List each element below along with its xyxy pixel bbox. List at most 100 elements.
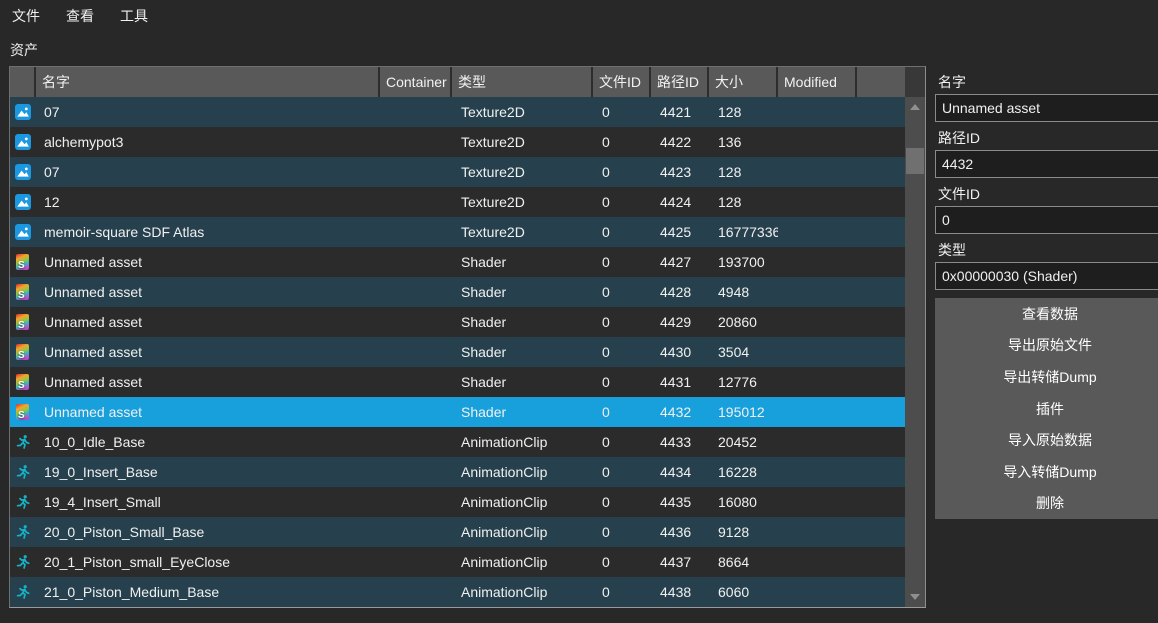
cell-pathid: 4430 xyxy=(651,337,709,367)
cell-size: 195012 xyxy=(709,397,778,427)
header-size-column[interactable]: 大小 xyxy=(709,67,778,97)
scrollbar-thumb[interactable] xyxy=(906,148,924,174)
cell-name: Unnamed asset xyxy=(36,367,380,397)
pathid-field[interactable] xyxy=(935,150,1158,178)
header-modified-column[interactable]: Modified xyxy=(778,67,857,97)
header-extra-column[interactable] xyxy=(857,67,905,97)
cell-fileid: 0 xyxy=(593,487,651,517)
table-row[interactable]: 07 Texture2D 0 4421 128 xyxy=(10,97,905,127)
cell-size: 3504 xyxy=(709,337,778,367)
texture2d-icon xyxy=(15,164,31,180)
table-row[interactable]: 19_4_Insert_Small AnimationClip 0 4435 1… xyxy=(10,487,905,517)
cell-name: 21_0_Piston_Medium_Base xyxy=(36,577,380,607)
cell-size: 128 xyxy=(709,187,778,217)
cell-name: 19_0_Insert_Base xyxy=(36,457,380,487)
table-row[interactable]: Unnamed asset Shader 0 4429 20860 xyxy=(10,307,905,337)
cell-type: Shader xyxy=(452,367,593,397)
table-row[interactable]: 21_0_Piston_Medium_Base AnimationClip 0 … xyxy=(10,577,905,607)
cell-extra xyxy=(857,277,905,307)
cell-type: Texture2D xyxy=(452,157,593,187)
cell-name: Unnamed asset xyxy=(36,397,380,427)
delete-button[interactable]: 删除 xyxy=(935,487,1158,519)
header-type-column[interactable]: 类型 xyxy=(452,67,593,97)
texture2d-icon xyxy=(15,194,31,210)
cell-size: 136 xyxy=(709,127,778,157)
import-dump-button[interactable]: 导入转储Dump xyxy=(935,456,1158,488)
cell-fileid: 0 xyxy=(593,307,651,337)
cell-size: 128 xyxy=(709,97,778,127)
cell-pathid: 4421 xyxy=(651,97,709,127)
scroll-up-button[interactable] xyxy=(905,97,925,117)
cell-name: 19_4_Insert_Small xyxy=(36,487,380,517)
cell-pathid: 4437 xyxy=(651,547,709,577)
asset-table: 名字 Container 类型 文件ID 路径ID 大小 Modified 07… xyxy=(9,66,926,608)
cell-type: Shader xyxy=(452,247,593,277)
cell-size: 12776 xyxy=(709,367,778,397)
cell-name: 20_0_Piston_Small_Base xyxy=(36,517,380,547)
header-name-column[interactable]: 名字 xyxy=(36,67,380,97)
cell-modified xyxy=(778,217,857,247)
cell-modified xyxy=(778,517,857,547)
table-row[interactable]: 12 Texture2D 0 4424 128 xyxy=(10,187,905,217)
cell-type: Shader xyxy=(452,307,593,337)
cell-type: Shader xyxy=(452,337,593,367)
import-raw-button[interactable]: 导入原始数据 xyxy=(935,424,1158,456)
action-button-panel: 查看数据 导出原始文件 导出转储Dump 插件 导入原始数据 导入转储Dump … xyxy=(935,298,1158,519)
cell-size: 16777336 xyxy=(709,217,778,247)
type-field[interactable] xyxy=(935,262,1158,290)
animationclip-icon xyxy=(15,584,31,600)
cell-size: 20452 xyxy=(709,427,778,457)
cell-container xyxy=(380,337,452,367)
menu-item-file[interactable]: 文件 xyxy=(10,5,42,27)
scrollbar-track[interactable] xyxy=(905,117,925,587)
animationclip-icon xyxy=(15,464,31,480)
table-row[interactable]: 20_1_Piston_small_EyeClose AnimationClip… xyxy=(10,547,905,577)
menu-item-view[interactable]: 查看 xyxy=(64,5,96,27)
cell-fileid: 0 xyxy=(593,547,651,577)
fileid-field-label: 文件ID xyxy=(938,184,1158,201)
table-row[interactable]: 19_0_Insert_Base AnimationClip 0 4434 16… xyxy=(10,457,905,487)
header-fileid-column[interactable]: 文件ID xyxy=(593,67,651,97)
table-row[interactable]: memoir-square SDF Atlas Texture2D 0 4425… xyxy=(10,217,905,247)
cell-container xyxy=(380,517,452,547)
cell-type: Shader xyxy=(452,277,593,307)
table-row[interactable]: 20_0_Piston_Small_Base AnimationClip 0 4… xyxy=(10,517,905,547)
shader-icon xyxy=(16,314,29,330)
export-raw-button[interactable]: 导出原始文件 xyxy=(935,330,1158,362)
cell-extra xyxy=(857,517,905,547)
vertical-scrollbar[interactable] xyxy=(905,97,925,607)
cell-modified xyxy=(778,577,857,607)
assets-section-label: 资产 xyxy=(10,40,38,60)
cell-fileid: 0 xyxy=(593,187,651,217)
export-dump-button[interactable]: 导出转储Dump xyxy=(935,361,1158,393)
cell-type: Texture2D xyxy=(452,97,593,127)
cell-modified xyxy=(778,307,857,337)
table-row[interactable]: Unnamed asset Shader 0 4430 3504 xyxy=(10,337,905,367)
cell-size: 16080 xyxy=(709,487,778,517)
header-icon-column[interactable] xyxy=(10,67,36,97)
header-pathid-column[interactable]: 路径ID xyxy=(651,67,709,97)
table-row[interactable]: 10_0_Idle_Base AnimationClip 0 4433 2045… xyxy=(10,427,905,457)
menu-item-tools[interactable]: 工具 xyxy=(118,5,150,27)
cell-fileid: 0 xyxy=(593,247,651,277)
cell-modified xyxy=(778,457,857,487)
fileid-field[interactable] xyxy=(935,206,1158,234)
plugin-button[interactable]: 插件 xyxy=(935,393,1158,425)
cell-modified xyxy=(778,337,857,367)
header-container-column[interactable]: Container xyxy=(380,67,452,97)
view-data-button[interactable]: 查看数据 xyxy=(935,298,1158,330)
cell-type: AnimationClip xyxy=(452,487,593,517)
name-field[interactable] xyxy=(935,94,1158,122)
table-row[interactable]: Unnamed asset Shader 0 4427 193700 xyxy=(10,247,905,277)
cell-name: Unnamed asset xyxy=(36,247,380,277)
name-field-label: 名字 xyxy=(938,72,1158,89)
cell-type: AnimationClip xyxy=(452,427,593,457)
table-row[interactable]: Unnamed asset Shader 0 4431 12776 xyxy=(10,367,905,397)
table-row[interactable]: 07 Texture2D 0 4423 128 xyxy=(10,157,905,187)
table-row[interactable]: Unnamed asset Shader 0 4432 195012 xyxy=(10,397,905,427)
cell-extra xyxy=(857,97,905,127)
table-row[interactable]: Unnamed asset Shader 0 4428 4948 xyxy=(10,277,905,307)
table-row[interactable]: alchemypot3 Texture2D 0 4422 136 xyxy=(10,127,905,157)
scroll-down-button[interactable] xyxy=(905,587,925,607)
cell-extra xyxy=(857,247,905,277)
